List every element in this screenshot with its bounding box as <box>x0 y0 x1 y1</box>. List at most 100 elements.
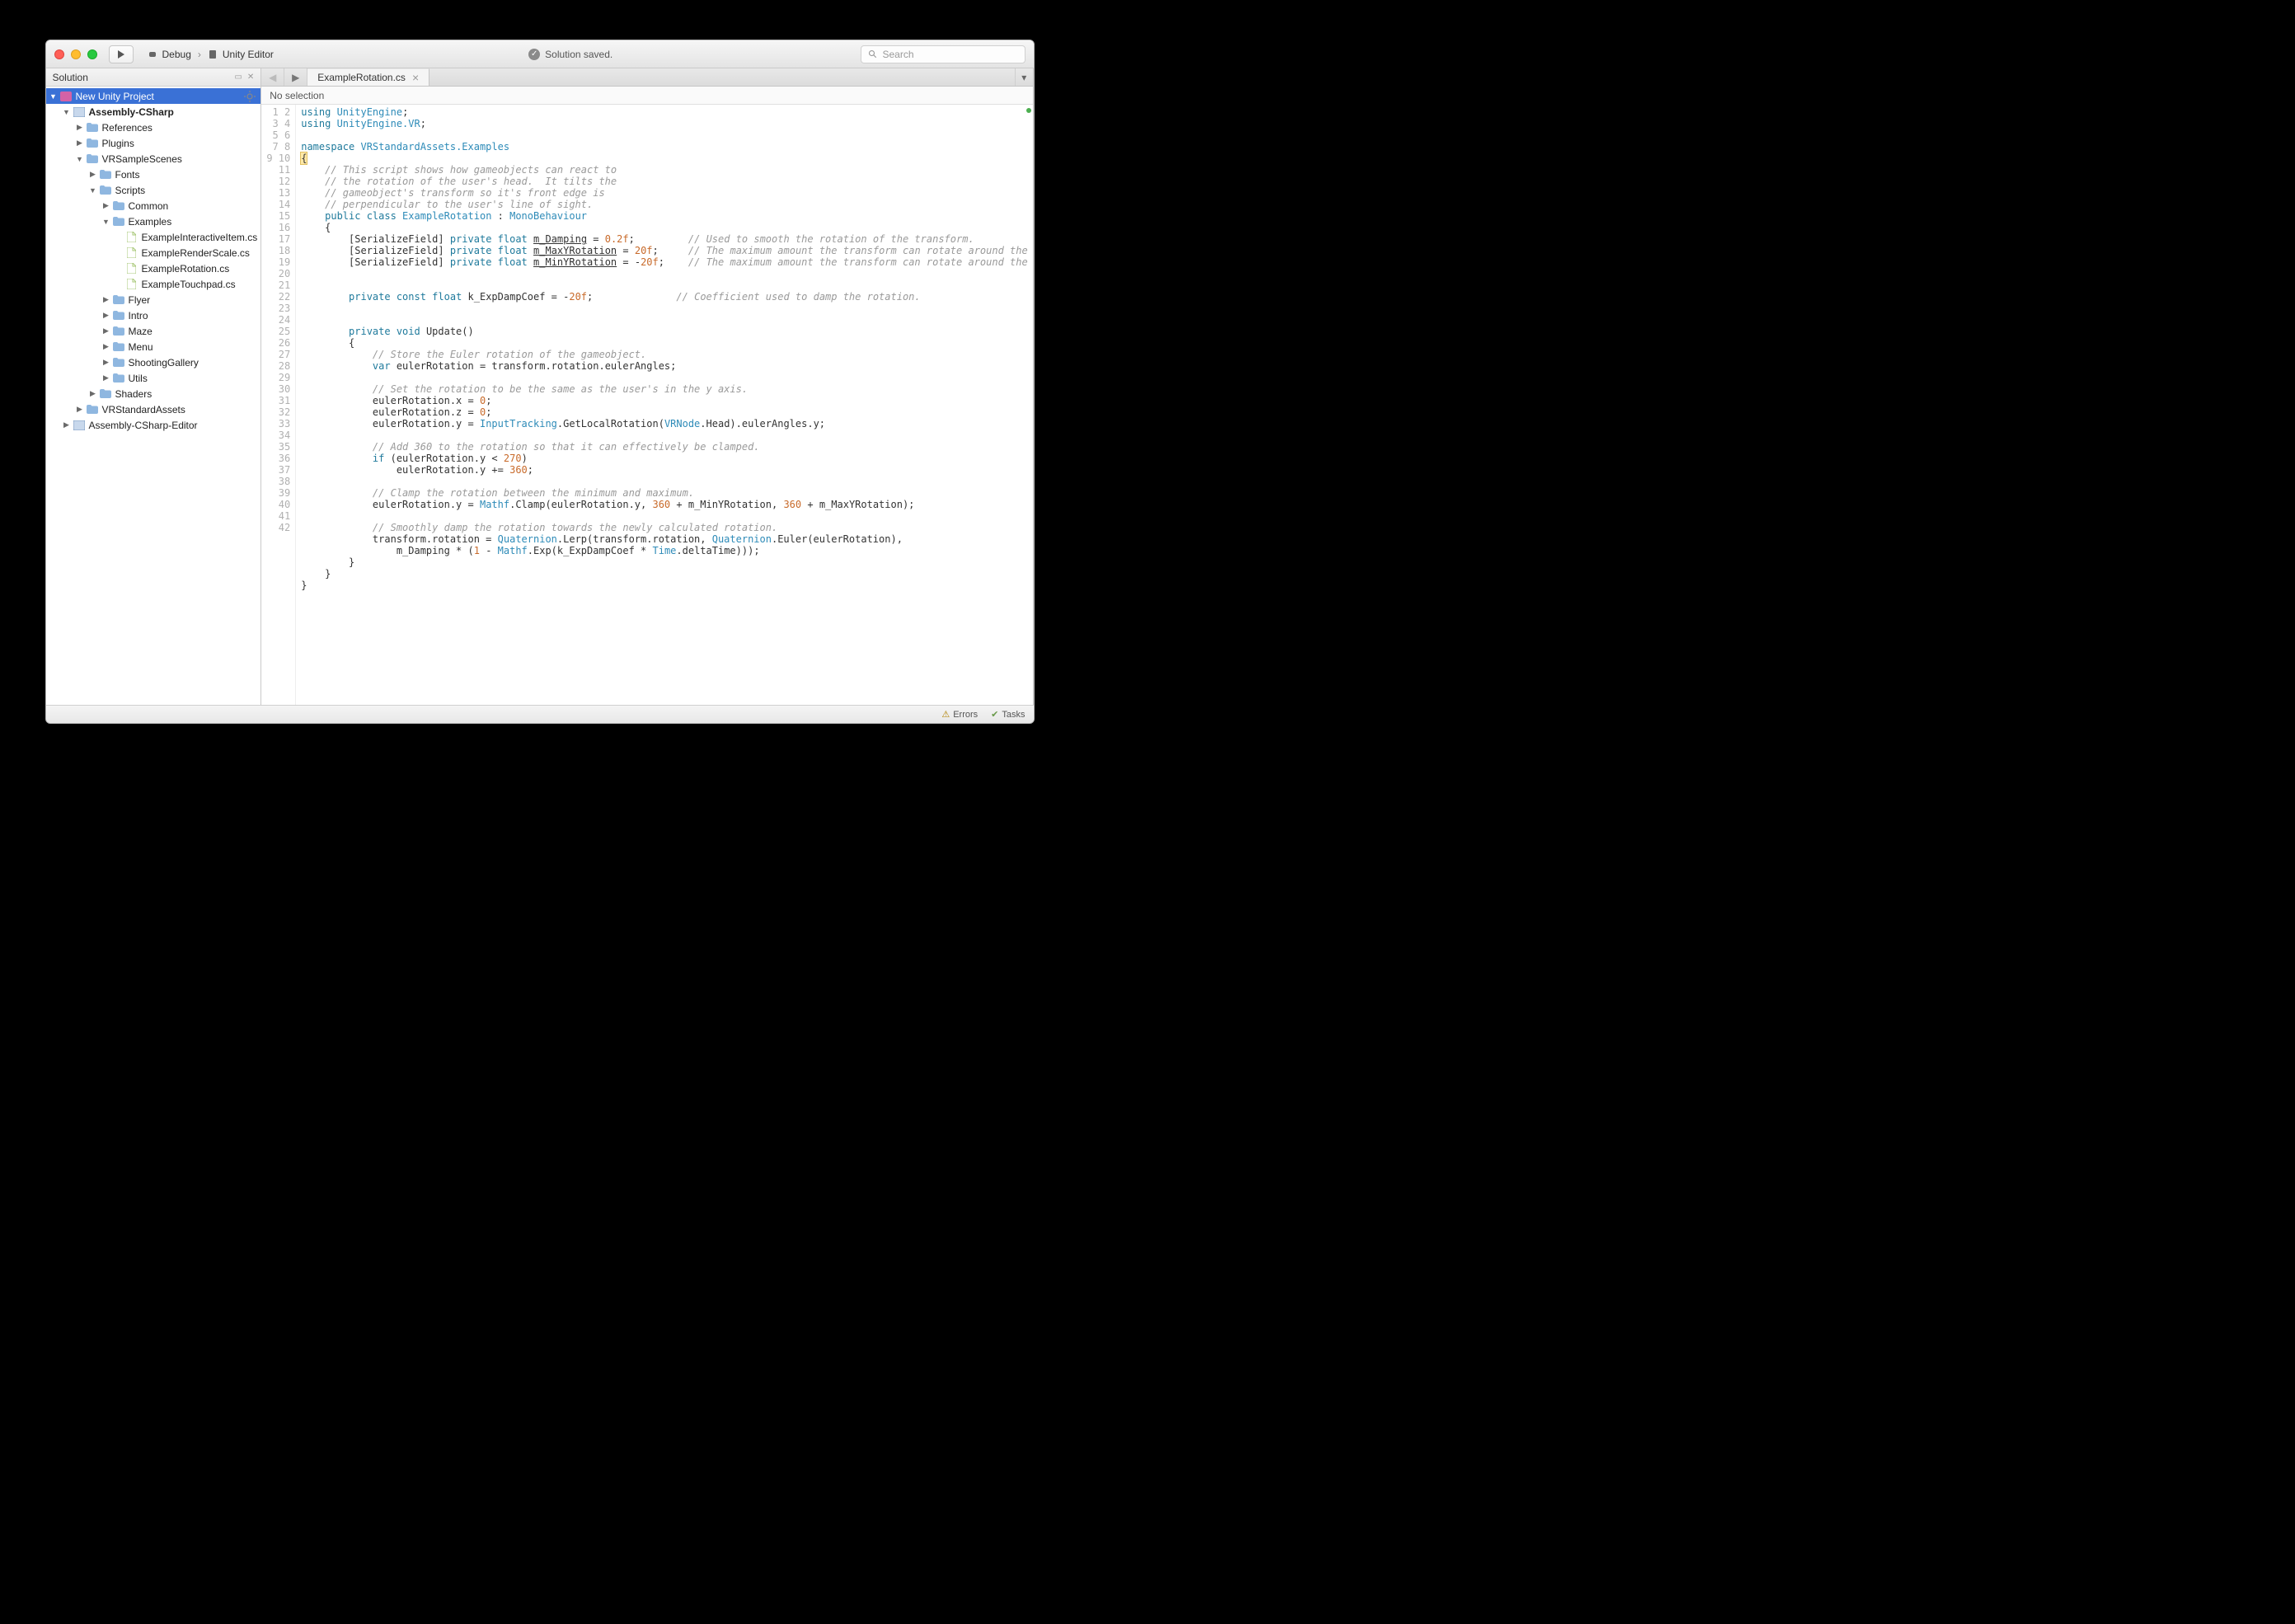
editor-breadcrumb[interactable]: No selection <box>261 87 1033 105</box>
marker-success-icon <box>1026 108 1031 113</box>
tree-item[interactable]: ▶VRStandardAssets <box>46 401 261 417</box>
folder-icon <box>86 404 99 415</box>
disclosure-down-icon[interactable]: ▼ <box>102 218 110 226</box>
tree-item[interactable]: ▶Flyer <box>46 292 261 307</box>
tab-overflow-button[interactable]: ▾ <box>1015 68 1033 86</box>
tree-item-label: Fonts <box>115 169 140 181</box>
disclosure-right-icon[interactable]: ▶ <box>102 342 110 351</box>
search-placeholder: Search <box>883 49 914 60</box>
tree-item[interactable]: ▼Assembly-CSharp <box>46 104 261 120</box>
tree-item[interactable]: ▶ Fonts <box>46 167 261 182</box>
tree-item[interactable]: ▶Utils <box>46 370 261 386</box>
disclosure-down-icon[interactable]: ▼ <box>49 92 58 101</box>
editor-tabbar: ◀ ▶ ExampleRotation.cs × ▾ <box>261 68 1033 87</box>
content-area: Solution ▭ ✕ ▼ New Unity Project <box>46 68 1034 705</box>
tree-item[interactable]: ▶ Assembly-CSharp-Editor <box>46 417 261 433</box>
tree-item[interactable]: ▶ShootingGallery <box>46 354 261 370</box>
tree-item-label: Common <box>129 200 169 212</box>
disclosure-right-icon[interactable]: ▶ <box>102 295 110 304</box>
pad-controls: ▭ ✕ <box>234 73 254 82</box>
file-icon <box>125 232 138 243</box>
tree-item[interactable]: ▶ Common <box>46 198 261 214</box>
errors-pad-button[interactable]: ⚠ Errors <box>941 709 978 720</box>
disclosure-right-icon[interactable]: ▶ <box>102 373 110 383</box>
disclosure-down-icon[interactable]: ▼ <box>89 186 97 195</box>
close-window-button[interactable] <box>54 49 64 59</box>
tree-item[interactable]: ▼ Examples <box>46 214 261 229</box>
code-editor[interactable]: 1 2 3 4 5 6 7 8 9 10 11 12 13 14 15 16 1… <box>261 105 1033 705</box>
nav-forward-button[interactable]: ▶ <box>284 68 307 86</box>
right-rail: Toolbox Properties Document Outline Unit… <box>1033 68 1034 705</box>
solution-tree[interactable]: ▼ New Unity Project ▼Assembly-CSharp ▶ Ref… <box>46 87 261 705</box>
file-icon <box>125 247 138 259</box>
file-icon <box>125 279 138 290</box>
tree-item[interactable]: ▼VRSampleScenes <box>46 151 261 167</box>
tree-item-label: Maze <box>129 326 153 337</box>
tree-item[interactable]: ExampleRenderScale.cs <box>46 245 261 260</box>
disclosure-down-icon[interactable]: ▼ <box>76 155 84 163</box>
close-icon[interactable]: × <box>412 72 419 83</box>
run-button[interactable] <box>109 45 134 63</box>
tree-item[interactable]: ▶Menu <box>46 339 261 354</box>
disclosure-right-icon[interactable]: ▶ <box>76 138 84 148</box>
solution-root[interactable]: ▼ New Unity Project <box>46 88 261 104</box>
run-config-label: Debug <box>162 49 191 60</box>
solution-header: Solution ▭ ✕ <box>46 68 261 87</box>
device-icon <box>208 49 218 59</box>
tree-item-label: ExampleInteractiveItem.cs <box>142 232 258 243</box>
folder-icon <box>112 341 125 353</box>
tree-item[interactable]: ▶ Shaders <box>46 386 261 401</box>
folder-icon <box>112 326 125 337</box>
disclosure-down-icon[interactable]: ▼ <box>63 108 71 116</box>
disclosure-right-icon[interactable]: ▶ <box>76 405 84 414</box>
tree-item[interactable]: ExampleTouchpad.cs <box>46 276 261 292</box>
disclosure-right-icon[interactable]: ▶ <box>102 326 110 336</box>
disclosure-right-icon[interactable]: ▶ <box>102 311 110 320</box>
run-config-selector[interactable]: Debug › Unity Editor <box>140 45 281 63</box>
editor-area: ◀ ▶ ExampleRotation.cs × ▾ No selection … <box>261 68 1033 705</box>
tree-item-label: Scripts <box>115 185 146 196</box>
tree-item[interactable]: ▶Intro <box>46 307 261 323</box>
check-icon: ✔ <box>991 709 998 720</box>
disclosure-right-icon[interactable]: ▶ <box>89 170 97 179</box>
disclosure-right-icon[interactable]: ▶ <box>102 358 110 367</box>
tree-item[interactable]: ▶ Maze <box>46 323 261 339</box>
tree-item[interactable]: ▶ References <box>46 120 261 135</box>
code-content[interactable]: using UnityEngine; using UnityEngine.VR;… <box>296 105 1033 705</box>
pad-float-icon[interactable]: ▭ <box>234 73 242 82</box>
ide-window: Debug › Unity Editor ✓ Solution saved. S… <box>45 40 1035 724</box>
tree-item[interactable]: ExampleRotation.cs <box>46 260 261 276</box>
solution-root-label: New Unity Project <box>76 91 154 102</box>
tree-item[interactable]: ExampleInteractiveItem.cs <box>46 229 261 245</box>
folder-icon <box>112 310 125 322</box>
gear-icon[interactable] <box>244 91 257 102</box>
minimize-window-button[interactable] <box>71 49 81 59</box>
disclosure-right-icon[interactable]: ▶ <box>63 420 71 429</box>
tree-item-label: Examples <box>129 216 172 228</box>
disclosure-right-icon[interactable]: ▶ <box>89 389 97 398</box>
tasks-label: Tasks <box>1002 710 1025 720</box>
folder-icon <box>99 185 112 196</box>
folder-icon <box>86 138 99 149</box>
tasks-pad-button[interactable]: ✔ Tasks <box>991 709 1025 720</box>
pad-close-icon[interactable]: ✕ <box>247 73 254 82</box>
folder-icon <box>112 373 125 384</box>
editor-breadcrumb-label: No selection <box>270 90 324 101</box>
disclosure-right-icon[interactable]: ▶ <box>76 123 84 132</box>
zoom-window-button[interactable] <box>87 49 97 59</box>
tree-item[interactable]: ▶Plugins <box>46 135 261 151</box>
tree-item[interactable]: ▼ Scripts <box>46 182 261 198</box>
tree-item-label: References <box>102 122 153 134</box>
nav-back-button[interactable]: ◀ <box>261 68 284 86</box>
editor-tab[interactable]: ExampleRotation.cs × <box>307 68 429 86</box>
disclosure-right-icon[interactable]: ▶ <box>102 201 110 210</box>
search-input[interactable]: Search <box>861 45 1025 63</box>
status-bar: ⚠ Errors ✔ Tasks <box>46 705 1034 723</box>
folder-icon <box>112 357 125 368</box>
bug-icon <box>148 49 157 59</box>
tree-item-label: Assembly-CSharp-Editor <box>89 420 198 431</box>
tree-item-label: Shaders <box>115 388 153 400</box>
folder-icon <box>86 122 99 134</box>
check-icon: ✓ <box>528 49 540 60</box>
folder-icon <box>112 216 125 228</box>
